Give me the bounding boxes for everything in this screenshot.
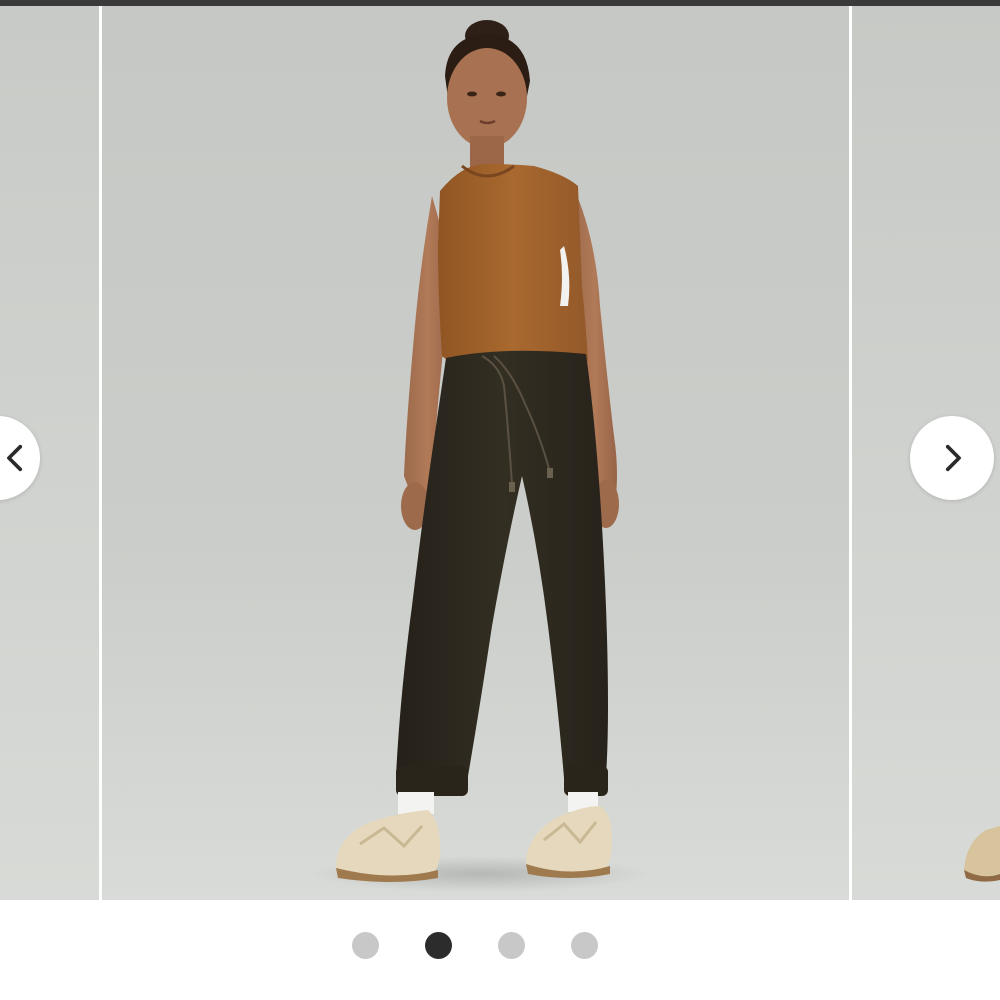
pagination-dot-4[interactable] [571, 932, 598, 959]
next-slide-button[interactable] [910, 416, 994, 500]
current-slide-image[interactable] [102, 6, 849, 900]
model-photo [102, 6, 849, 900]
pagination-dot-1[interactable] [352, 932, 379, 959]
carousel-pagination [0, 930, 1000, 960]
pagination-dot-3[interactable] [498, 932, 525, 959]
chevron-left-icon [7, 444, 23, 472]
pagination-dot-2-active[interactable] [425, 932, 452, 959]
product-image-carousel[interactable] [0, 6, 1000, 900]
chevron-right-icon [945, 444, 961, 472]
